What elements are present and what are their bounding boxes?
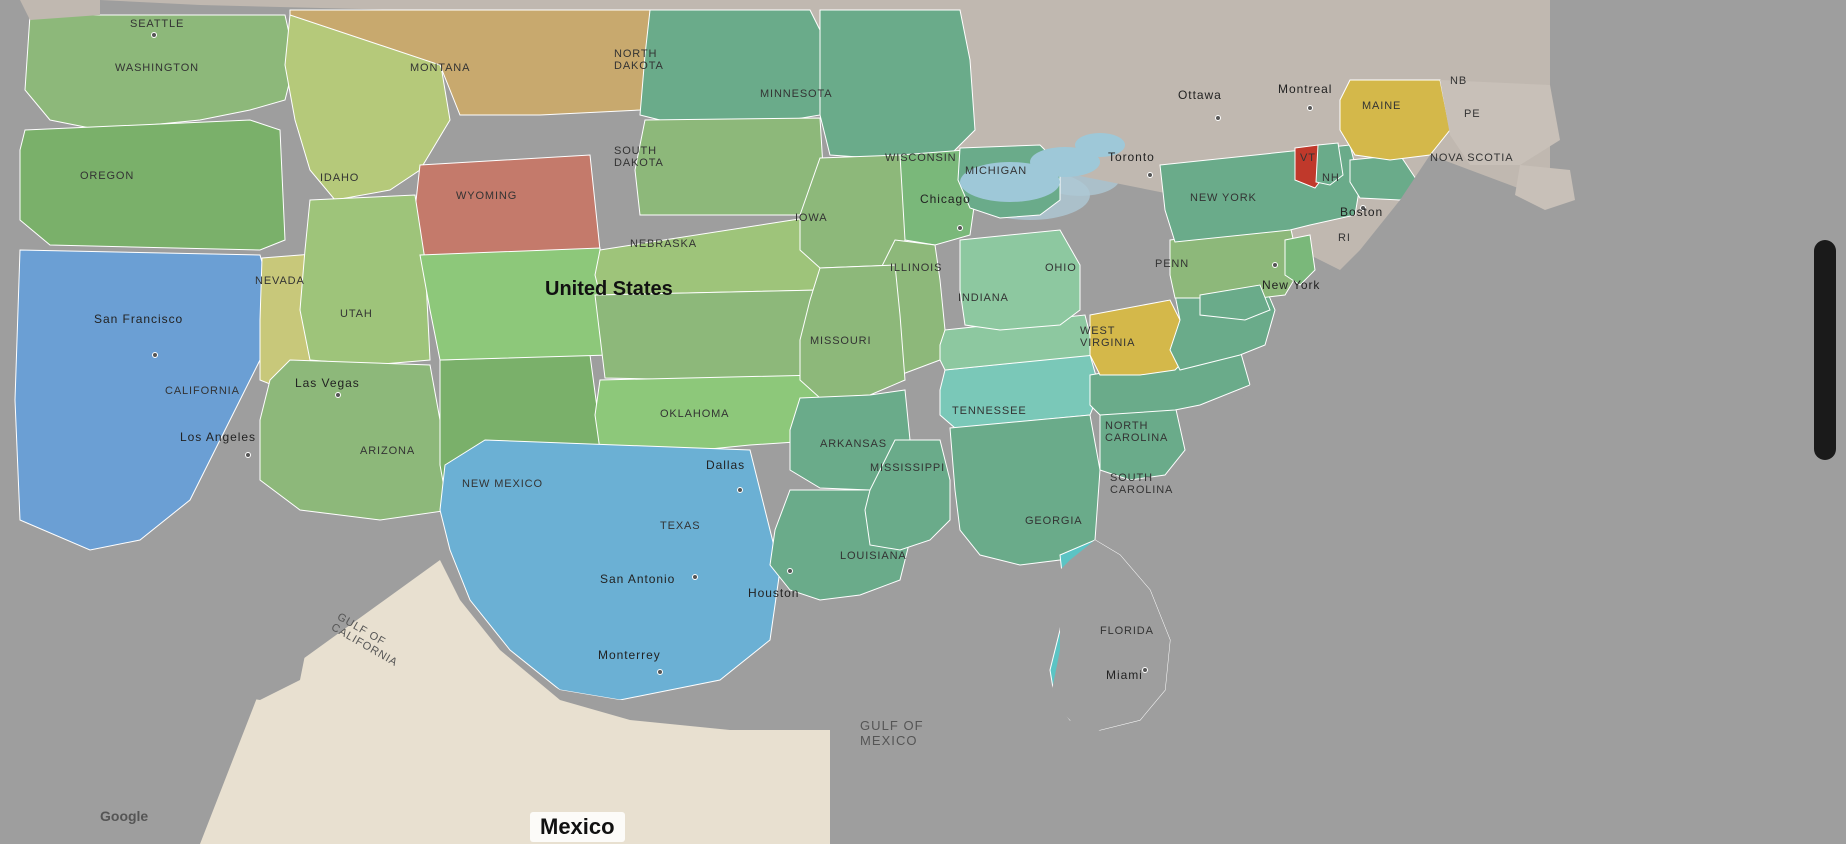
- city-dot-miami: [1142, 667, 1148, 673]
- city-dot-houston: [787, 568, 793, 574]
- city-dot-monterrey: [657, 669, 663, 675]
- city-dot-new-york: [1272, 262, 1278, 268]
- city-dot-san-francisco: [152, 352, 158, 358]
- scrollbar-handle[interactable]: [1814, 240, 1836, 460]
- city-dot-chicago: [957, 225, 963, 231]
- city-dot-toronto: [1147, 172, 1153, 178]
- city-dot-los-angeles: [245, 452, 251, 458]
- city-dot-boston: [1360, 205, 1366, 211]
- google-logo: Google: [100, 808, 148, 824]
- label-mexico: Mexico: [530, 812, 625, 842]
- city-dot-dallas: [737, 487, 743, 493]
- city-dot-ottawa: [1215, 115, 1221, 121]
- city-dot-las-vegas: [335, 392, 341, 398]
- city-dot-montreal: [1307, 105, 1313, 111]
- city-dot-san-antonio: [692, 574, 698, 580]
- map-container[interactable]: Seattle WASHINGTON OREGON CALIFORNIA NEV…: [0, 0, 1846, 844]
- map-svg: [0, 0, 1846, 844]
- city-dot-seattle: [151, 32, 157, 38]
